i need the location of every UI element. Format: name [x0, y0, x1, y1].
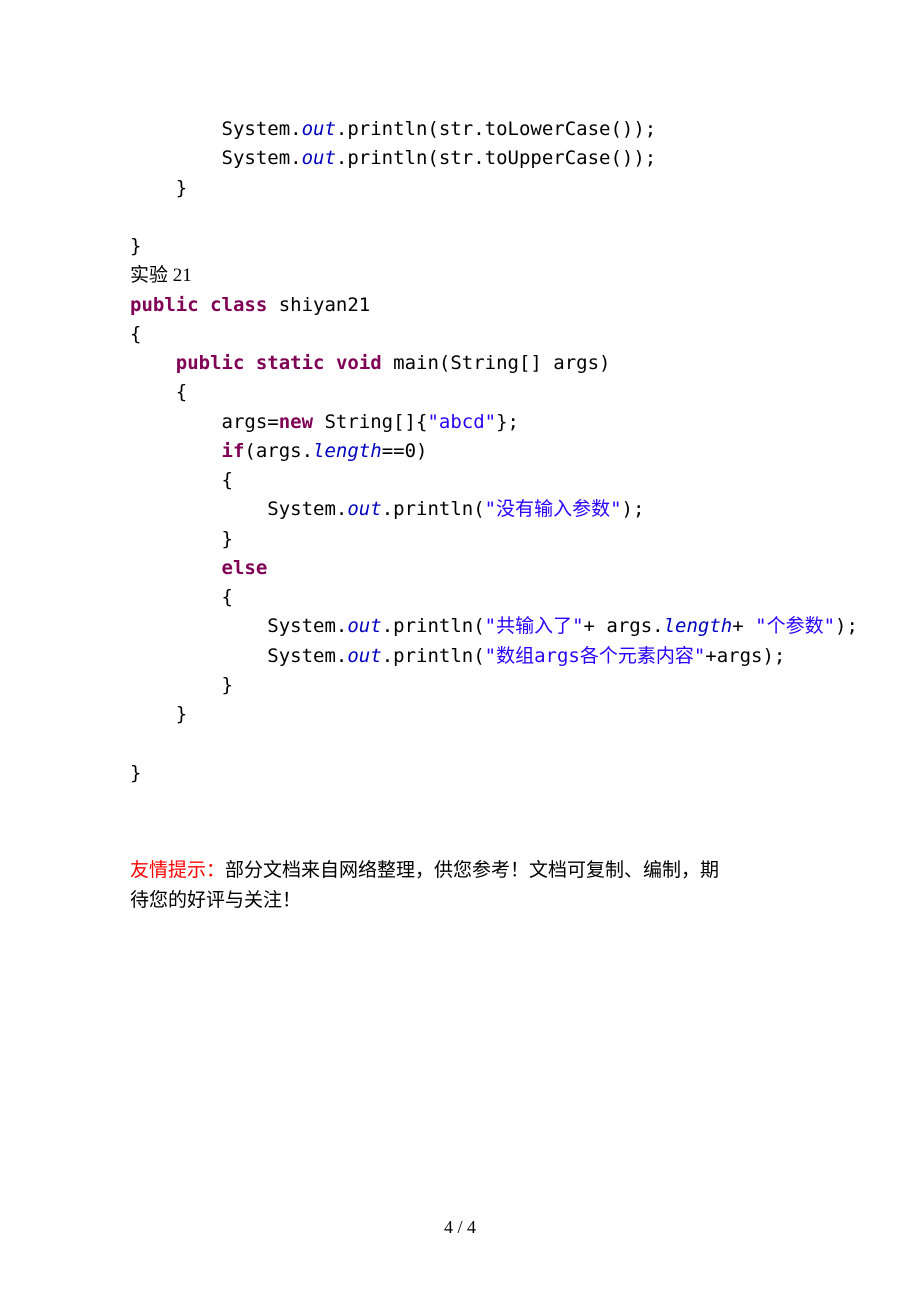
code-indent	[130, 557, 222, 579]
code-field: out	[347, 498, 381, 520]
code-indent	[130, 352, 176, 374]
code-indent	[130, 411, 222, 433]
code-text	[325, 352, 336, 374]
code-indent	[130, 645, 267, 667]
page-number: 4 / 4	[0, 1214, 920, 1242]
note-text: 待您的好评与关注！	[130, 890, 301, 911]
code-keyword: static	[256, 352, 325, 374]
code-text	[244, 352, 255, 374]
code-line: }	[130, 177, 187, 199]
code-text: System.	[267, 498, 347, 520]
code-text: System.	[267, 645, 347, 667]
code-line: }	[130, 703, 187, 725]
code-line: }	[130, 235, 141, 257]
code-text: .println(str.toUpperCase());	[336, 147, 656, 169]
code-line	[130, 118, 222, 140]
code-text: main(String[] args)	[382, 352, 611, 374]
code-field: out	[347, 645, 381, 667]
code-line: }	[130, 528, 233, 550]
code-line: {	[130, 469, 233, 491]
code-keyword: public	[176, 352, 245, 374]
code-keyword: if	[222, 440, 245, 462]
code-line: }	[130, 762, 141, 784]
code-string: "数组args各个元素内容"	[485, 645, 706, 667]
code-line: {	[130, 586, 233, 608]
code-indent	[130, 440, 222, 462]
code-keyword: public	[130, 294, 199, 316]
code-string: "没有输入参数"	[485, 498, 622, 520]
code-field: length	[664, 615, 733, 637]
code-text: shiyan21	[267, 294, 370, 316]
code-line: {	[130, 381, 187, 403]
code-text: };	[496, 411, 519, 433]
code-text: System.	[267, 615, 347, 637]
code-field: length	[313, 440, 382, 462]
code-field: out	[347, 615, 381, 637]
code-indent	[130, 498, 267, 520]
code-text: );	[622, 498, 645, 520]
code-text: args=	[222, 411, 279, 433]
code-block: System.out.println(str.toLowerCase()); S…	[130, 115, 790, 788]
code-field: out	[302, 118, 336, 140]
footer-note: 友情提示：部分文档来自网络整理，供您参考！文档可复制、编制，期 待您的好评与关注…	[130, 856, 790, 916]
document-page: System.out.println(str.toLowerCase()); S…	[0, 0, 920, 1302]
code-keyword: void	[336, 352, 382, 374]
code-line: }	[130, 674, 233, 696]
code-text: .println(	[382, 645, 485, 667]
code-text: + args.	[584, 615, 664, 637]
note-text: 部分文档来自网络整理，供您参考！文档可复制、编制，期	[225, 860, 719, 881]
code-text: .println(str.toLowerCase());	[336, 118, 656, 140]
code-text: System.	[222, 147, 302, 169]
code-string: "个参数"	[755, 615, 835, 637]
code-text: +	[732, 615, 755, 637]
code-keyword: new	[279, 411, 313, 433]
code-text	[199, 294, 210, 316]
code-text: (args.	[244, 440, 313, 462]
code-line	[130, 147, 222, 169]
code-field: out	[302, 147, 336, 169]
code-keyword: else	[222, 557, 268, 579]
code-keyword: class	[210, 294, 267, 316]
code-string: "共输入了"	[485, 615, 584, 637]
code-text: +args);	[705, 645, 785, 667]
code-text: ==0)	[382, 440, 428, 462]
code-text: System.	[222, 118, 302, 140]
code-text: String[]{	[313, 411, 427, 433]
code-indent	[130, 615, 267, 637]
code-line: {	[130, 323, 141, 345]
code-string: "abcd"	[427, 411, 496, 433]
code-text: .println(	[382, 615, 485, 637]
note-red-label: 友情提示：	[130, 860, 225, 881]
code-text: .println(	[382, 498, 485, 520]
section-heading: 实验 21	[130, 265, 192, 286]
code-text: );	[835, 615, 858, 637]
